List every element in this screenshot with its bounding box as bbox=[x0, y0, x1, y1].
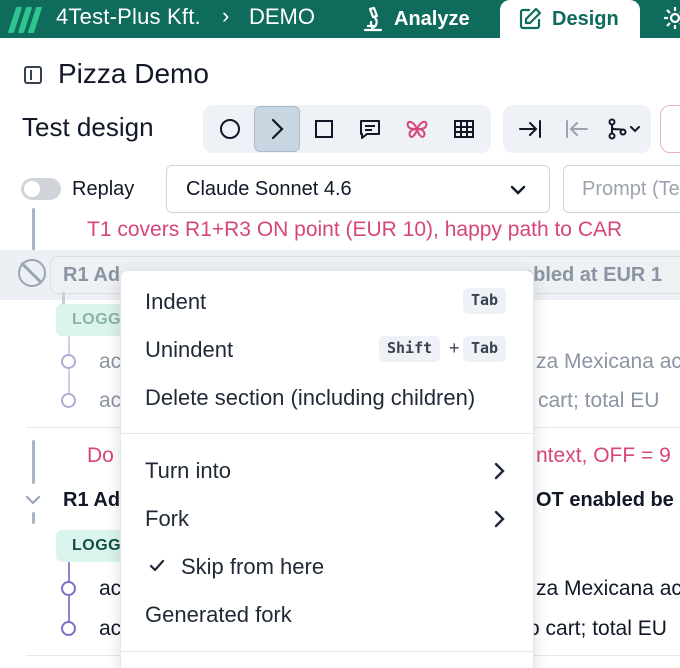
prompt-input[interactable]: Prompt (Te bbox=[563, 165, 680, 213]
step-text[interactable]: ac bbox=[99, 350, 121, 374]
structure-toolbar bbox=[503, 105, 651, 153]
step-dot bbox=[61, 581, 76, 596]
tab-design-label: Design bbox=[552, 7, 619, 30]
model-select-value: Claude Sonnet 4.6 bbox=[186, 178, 352, 200]
test-case-description-tail: ntext, OFF = 9 bbox=[536, 444, 671, 467]
test-case-description[interactable]: T1 covers R1+R3 ON point (EUR 10), happy… bbox=[87, 218, 622, 242]
fork-dropdown-button[interactable] bbox=[600, 105, 647, 153]
menu-divider bbox=[121, 433, 533, 434]
skip-icon[interactable] bbox=[18, 259, 46, 287]
page-title: Pizza Demo bbox=[58, 58, 209, 89]
requirement-title: R1 Ad bbox=[63, 264, 121, 286]
step-text-tail: za Mexicana ac bbox=[536, 577, 680, 600]
circle-icon bbox=[220, 119, 241, 139]
step-text[interactable]: ac bbox=[99, 577, 121, 601]
table-tool-button[interactable] bbox=[440, 105, 487, 153]
butterfly-icon bbox=[406, 120, 428, 138]
chevron-down-icon bbox=[510, 185, 526, 195]
requirement-title-tail: OT enabled be bbox=[536, 489, 674, 511]
square-icon bbox=[314, 120, 333, 138]
step-dot bbox=[61, 621, 76, 636]
context-menu: Indent Tab Unindent Shift + Tab Delete s… bbox=[120, 270, 534, 668]
outdent-button[interactable] bbox=[554, 105, 601, 153]
tree-connector bbox=[32, 512, 35, 524]
test-case-description[interactable]: Do bbox=[87, 444, 114, 468]
nav-analyze-label: Analyze bbox=[394, 7, 470, 30]
requirement-title[interactable]: R1 Ad bbox=[63, 489, 120, 512]
menu-item-unindent[interactable]: Unindent bbox=[145, 337, 233, 363]
indent-icon bbox=[519, 120, 542, 138]
menu-item-turn-into[interactable]: Turn into bbox=[145, 458, 231, 484]
menu-item-indent[interactable]: Indent bbox=[145, 289, 206, 315]
requirement-title-tail: abled at EUR 1 bbox=[522, 264, 663, 286]
shortcut-key: Tab bbox=[463, 336, 507, 362]
menu-divider bbox=[121, 651, 533, 652]
circle-tool-button[interactable] bbox=[207, 105, 254, 153]
gear-icon[interactable] bbox=[662, 5, 680, 31]
microscope-icon bbox=[363, 6, 383, 32]
tab-design[interactable]: Design bbox=[500, 0, 640, 38]
sidebar-toggle-icon[interactable] bbox=[24, 66, 42, 84]
butterfly-tool-button[interactable] bbox=[394, 105, 441, 153]
nav-analyze[interactable]: Analyze bbox=[362, 0, 470, 38]
chevron-down-icon[interactable] bbox=[25, 492, 41, 508]
step-text-tail: o cart; total EU bbox=[528, 617, 667, 640]
edit-square-icon bbox=[519, 7, 542, 30]
step-text[interactable]: ac bbox=[99, 389, 121, 413]
breadcrumb-project[interactable]: DEMO bbox=[249, 4, 315, 30]
breadcrumb-org[interactable]: 4Test-Plus Kft. bbox=[56, 4, 201, 30]
indent-button[interactable] bbox=[507, 105, 554, 153]
tree-connector bbox=[32, 208, 35, 256]
replay-toggle[interactable] bbox=[21, 178, 61, 200]
model-select[interactable]: Claude Sonnet 4.6 bbox=[166, 165, 550, 213]
step-tool-button[interactable] bbox=[253, 106, 301, 152]
menu-item-skip-from-here[interactable]: Skip from here bbox=[181, 554, 324, 580]
node-type-toolbar bbox=[203, 105, 491, 153]
top-bar: 4Test-Plus Kft. › DEMO Analyze Design bbox=[0, 0, 680, 38]
replay-label: Replay bbox=[72, 178, 135, 200]
shortcut-key: Shift bbox=[379, 336, 441, 362]
chevron-right-icon bbox=[494, 462, 505, 480]
comment-icon bbox=[360, 120, 381, 139]
chevron-right-icon bbox=[271, 118, 284, 140]
step-text-tail: cart; total EU bbox=[538, 389, 660, 412]
comment-tool-button[interactable] bbox=[347, 105, 394, 153]
tree-connector bbox=[32, 440, 35, 484]
more-toolbar-button[interactable] bbox=[660, 105, 680, 153]
table-icon bbox=[453, 120, 474, 138]
brand-logo-icon[interactable] bbox=[6, 4, 44, 34]
step-text[interactable]: ac bbox=[99, 617, 121, 641]
section-title: Test design bbox=[22, 112, 154, 142]
step-text-tail: za Mexicana ac bbox=[536, 350, 680, 373]
breadcrumb-separator: › bbox=[222, 3, 230, 28]
outdent-icon bbox=[566, 120, 588, 138]
menu-item-fork[interactable]: Fork bbox=[145, 506, 189, 532]
shortcut-plus: + bbox=[449, 338, 460, 358]
chevron-right-icon bbox=[494, 510, 505, 528]
shortcut-key: Tab bbox=[463, 288, 507, 314]
menu-item-delete-section[interactable]: Delete section (including children) bbox=[145, 385, 475, 411]
menu-item-generated-fork[interactable]: Generated fork bbox=[145, 602, 292, 628]
step-dot bbox=[61, 354, 76, 369]
square-tool-button[interactable] bbox=[300, 105, 347, 153]
check-icon bbox=[149, 559, 165, 572]
step-dot bbox=[61, 393, 76, 408]
fork-icon bbox=[608, 118, 640, 140]
